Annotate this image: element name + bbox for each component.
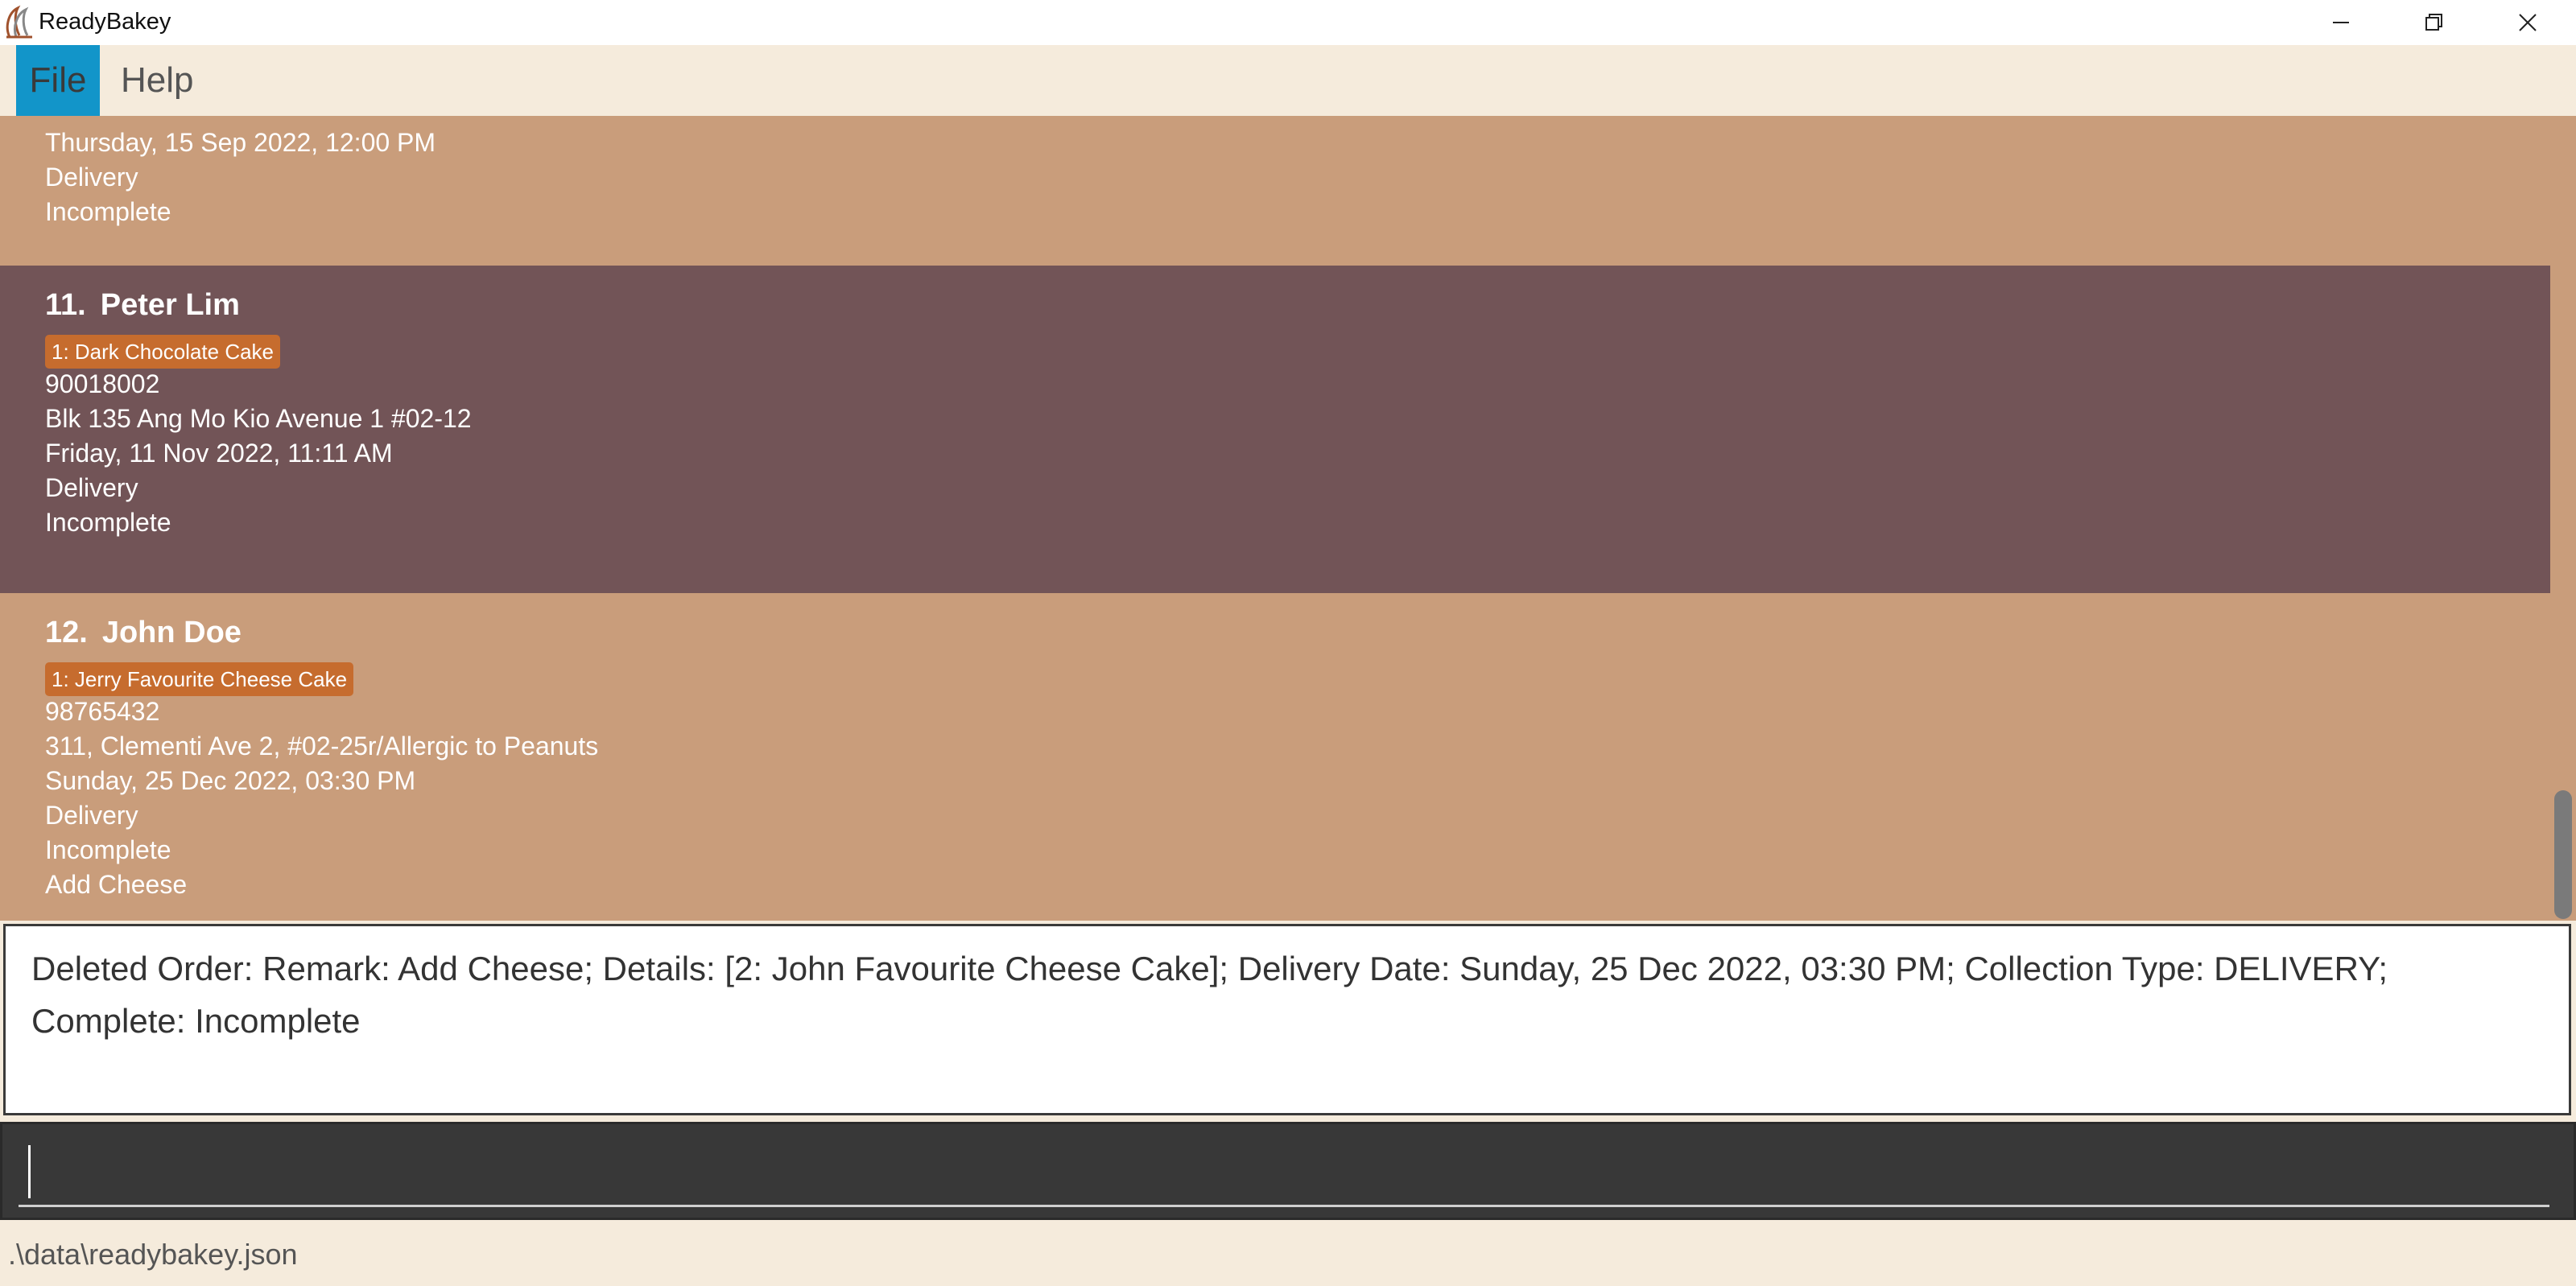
order-status: Incomplete bbox=[45, 835, 171, 864]
minimize-icon bbox=[2333, 22, 2349, 23]
order-index: 11. bbox=[45, 288, 86, 322]
close-button[interactable] bbox=[2481, 0, 2574, 45]
order-collection-type: Delivery bbox=[45, 163, 138, 192]
menu-bar: File Help bbox=[0, 45, 2576, 116]
order-delivery-date: Thursday, 15 Sep 2022, 12:00 PM bbox=[45, 128, 436, 157]
menu-help[interactable]: Help bbox=[121, 45, 194, 116]
list-scrollbar-thumb[interactable] bbox=[2554, 790, 2572, 919]
order-phone: 90018002 bbox=[45, 369, 160, 398]
order-index: 12. bbox=[45, 616, 88, 649]
order-customer-name: 11. Peter Lim bbox=[45, 288, 240, 323]
restore-button[interactable] bbox=[2388, 0, 2481, 45]
order-delivery-date: Friday, 11 Nov 2022, 11:11 AM bbox=[45, 439, 393, 468]
title-bar: ReadyBakey bbox=[0, 0, 2576, 45]
order-phone: 98765432 bbox=[45, 697, 160, 726]
order-delivery-date: Sunday, 25 Dec 2022, 03:30 PM bbox=[45, 766, 416, 795]
order-card[interactable]: 12. John Doe 1: Jerry Favourite Cheese Ca… bbox=[0, 593, 2550, 921]
customer-name: Peter Lim bbox=[100, 288, 240, 322]
order-list[interactable]: Thursday, 15 Sep 2022, 12:00 PM Delivery… bbox=[0, 116, 2550, 921]
text-caret bbox=[28, 1145, 31, 1198]
order-customer-name: 12. John Doe bbox=[45, 616, 242, 650]
customer-name: John Doe bbox=[101, 616, 242, 649]
window-title: ReadyBakey bbox=[39, 9, 171, 35]
order-remark: Add Cheese bbox=[45, 870, 188, 899]
order-address: 311, Clementi Ave 2, #02-25r/Allergic to… bbox=[45, 732, 599, 760]
order-address: Blk 135 Ang Mo Kio Avenue 1 #02-12 bbox=[45, 404, 472, 433]
minimize-button[interactable] bbox=[2294, 0, 2388, 45]
close-icon bbox=[2519, 14, 2537, 31]
status-bar: .\data\readybakey.json bbox=[0, 1223, 2576, 1286]
restore-icon bbox=[2425, 14, 2442, 31]
command-box[interactable] bbox=[0, 1122, 2576, 1220]
result-display: Deleted Order: Remark: Add Cheese; Detai… bbox=[3, 924, 2571, 1115]
order-status: Incomplete bbox=[45, 508, 171, 537]
order-collection-type: Delivery bbox=[45, 473, 138, 502]
order-card[interactable]: 11. Peter Lim 1: Dark Chocolate Cake 9001… bbox=[0, 266, 2550, 593]
order-item-tag: 1: Dark Chocolate Cake bbox=[45, 335, 281, 369]
order-status: Incomplete bbox=[45, 197, 171, 226]
menu-file[interactable]: File bbox=[16, 45, 100, 116]
order-item-tag: 1: Jerry Favourite Cheese Cake bbox=[45, 662, 354, 696]
result-message: Deleted Order: Remark: Add Cheese; Detai… bbox=[31, 950, 2388, 1040]
order-collection-type: Delivery bbox=[45, 801, 138, 830]
app-logo-icon bbox=[6, 5, 32, 39]
save-location-path: .\data\readybakey.json bbox=[8, 1238, 298, 1271]
command-input[interactable] bbox=[19, 1139, 2549, 1207]
